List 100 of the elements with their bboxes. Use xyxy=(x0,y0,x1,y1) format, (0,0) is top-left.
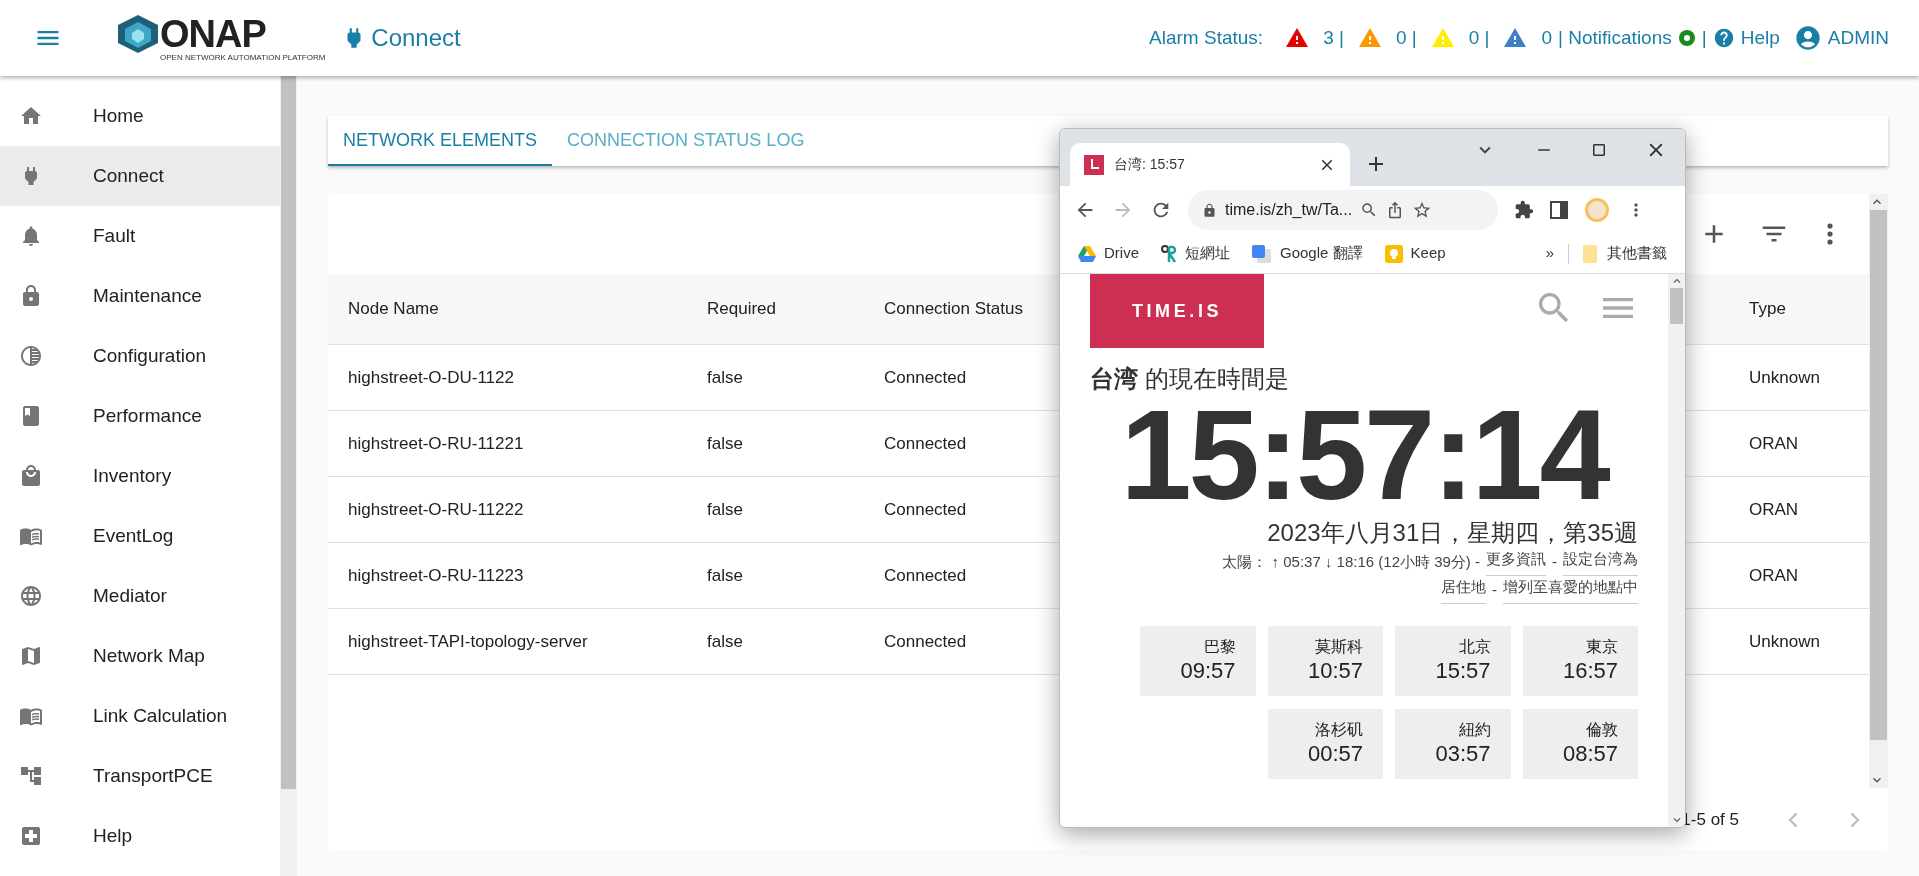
city-time-card[interactable]: 洛杉矶 00:57 xyxy=(1267,708,1383,779)
chevron-left-icon xyxy=(1788,812,1798,828)
page-title: Connect xyxy=(371,23,461,53)
table-cell: Connected xyxy=(884,499,967,519)
table-cell: ORAN xyxy=(1749,433,1799,453)
link[interactable]: 設定台湾為 xyxy=(1563,547,1638,576)
table-cell: Connected xyxy=(884,565,967,585)
triangle-logo-icon xyxy=(1078,245,1096,262)
table-cell: ORAN xyxy=(1749,565,1799,585)
city-time-card[interactable]: 莫斯科 10:57 xyxy=(1267,625,1383,696)
chevron-right-icon xyxy=(1850,812,1860,828)
alarm-count: 0 | xyxy=(1395,25,1417,50)
scrollbar[interactable] xyxy=(280,76,297,876)
table-cell: highstreet-O-DU-1122 xyxy=(348,367,514,387)
column-header[interactable]: Required xyxy=(707,299,776,319)
clock-time: 15:57:14 xyxy=(1120,394,1609,516)
table-cell: false xyxy=(707,433,743,453)
city-time: 03:57 xyxy=(1435,739,1491,768)
scrollbar-thumb[interactable] xyxy=(1670,288,1683,324)
folder-icon xyxy=(1583,244,1597,263)
status-dot-icon xyxy=(1677,29,1696,47)
bookmark[interactable]: Google 翻譯 xyxy=(1252,242,1363,265)
tree-icon xyxy=(19,764,43,788)
date-text: 2023年八月31日，星期四，第35週 xyxy=(1266,517,1638,548)
city-name: 北京 xyxy=(1458,636,1491,657)
bookmark[interactable]: Drive xyxy=(1078,242,1139,265)
table-cell: ORAN xyxy=(1749,499,1799,519)
city-time-card[interactable]: 東京 16:57 xyxy=(1522,625,1638,696)
translate-icon xyxy=(1252,244,1272,263)
logo-wordmark: ONAP xyxy=(160,15,266,53)
bulb-icon xyxy=(1384,244,1403,263)
location-heading: 台湾 的現在時間是 xyxy=(1090,364,1290,394)
address-bar[interactable]: time.is/zh_tw/Ta... xyxy=(1188,190,1498,230)
lock-icon xyxy=(1202,202,1217,218)
puzzle-icon[interactable] xyxy=(1514,200,1534,220)
city-time-card[interactable]: 巴黎 09:57 xyxy=(1140,625,1256,696)
table-cell: false xyxy=(707,499,743,519)
table-cell: Unknown xyxy=(1749,367,1820,387)
clock-favicon-icon xyxy=(1084,154,1104,175)
table-cell: false xyxy=(707,565,743,585)
table-cell: false xyxy=(707,367,743,387)
logo-subtitle: OPEN NETWORK AUTOMATION PLATFORM xyxy=(160,54,326,62)
table-cell: false xyxy=(707,631,743,651)
scrollbar[interactable] xyxy=(1869,194,1888,788)
city-time: 08:57 xyxy=(1562,739,1618,768)
city-time: 16:57 xyxy=(1562,656,1618,685)
maximize-icon[interactable] xyxy=(1590,141,1608,159)
column-header[interactable]: Connection Status xyxy=(884,299,1023,319)
plus-box-icon xyxy=(19,824,43,848)
table-cell: Unknown xyxy=(1749,631,1820,651)
site-logo[interactable]: TIME.IS xyxy=(1090,274,1264,348)
city-time-card[interactable]: 紐約 03:57 xyxy=(1395,708,1511,779)
globe-icon xyxy=(19,584,43,608)
city-time-card[interactable]: 北京 15:57 xyxy=(1395,625,1511,696)
notifications-link[interactable]: | Notifications xyxy=(1558,23,1672,53)
nav-item[interactable]: Connect xyxy=(0,146,280,206)
city-time-card[interactable]: 倫敦 08:57 xyxy=(1522,708,1638,779)
bag-icon xyxy=(19,464,43,488)
tab[interactable]: NETWORK ELEMENTS xyxy=(328,116,553,166)
sun-times-text: - xyxy=(1492,579,1497,600)
help-icon xyxy=(1712,27,1735,49)
scrollbar-thumb[interactable] xyxy=(281,76,296,789)
city-time: 15:57 xyxy=(1435,656,1491,685)
cube-logo-icon xyxy=(116,14,160,54)
scrollbar[interactable] xyxy=(1668,274,1685,827)
scrollbar-thumb[interactable] xyxy=(1870,210,1887,740)
side-panel-icon[interactable] xyxy=(1550,201,1568,219)
help-link[interactable]: Help xyxy=(1740,23,1780,53)
table-cell: highstreet-O-RU-11221 xyxy=(348,433,524,453)
user-avatar-icon xyxy=(1793,24,1822,52)
alarm-status-label: Alarm Status: xyxy=(1149,25,1264,50)
more-bookmarks-button[interactable]: » xyxy=(1545,242,1554,265)
alarm-count: 0 xyxy=(1541,25,1553,50)
table-cell: highstreet-O-RU-11222 xyxy=(348,499,524,519)
link[interactable]: 增列至喜愛的地點中 xyxy=(1503,575,1638,604)
city-name: 倫敦 xyxy=(1586,719,1618,740)
sun-times-text: 太陽： ↑ 05:37 ↓ 18:16 (12小時 39分) - xyxy=(1222,551,1480,572)
column-header[interactable]: Node Name xyxy=(348,299,439,319)
bookmark-folder[interactable]: 其他書籤 xyxy=(1583,242,1667,265)
column-header[interactable]: Type xyxy=(1749,299,1786,319)
separator-text: | xyxy=(1701,25,1707,50)
city-name: 莫斯科 xyxy=(1315,636,1363,657)
table-cell: highstreet-TAPI-topology-server xyxy=(348,631,588,651)
map-icon xyxy=(19,644,43,668)
bookmark[interactable]: Keep xyxy=(1384,242,1446,265)
table-cell: Connected xyxy=(884,367,967,387)
city-name: 東京 xyxy=(1586,636,1618,657)
table-cell: Connected xyxy=(884,631,967,651)
city-time: 10:57 xyxy=(1307,656,1363,685)
link[interactable]: 居住地 xyxy=(1441,575,1486,604)
bookmark[interactable]: 短網址 xyxy=(1161,242,1230,265)
more-icon xyxy=(1827,223,1833,245)
sun-times-text: - xyxy=(1552,551,1557,572)
browser-tab[interactable]: 台湾: 15:57 xyxy=(1070,143,1350,186)
alarm-count: 3 | xyxy=(1323,25,1344,50)
user-name[interactable]: ADMIN xyxy=(1827,23,1889,53)
table-cell: Connected xyxy=(884,433,967,453)
table-cell: highstreet-O-RU-11223 xyxy=(348,565,524,585)
city-name: 洛杉矶 xyxy=(1315,719,1363,740)
link[interactable]: 更多資訊 xyxy=(1486,547,1546,576)
